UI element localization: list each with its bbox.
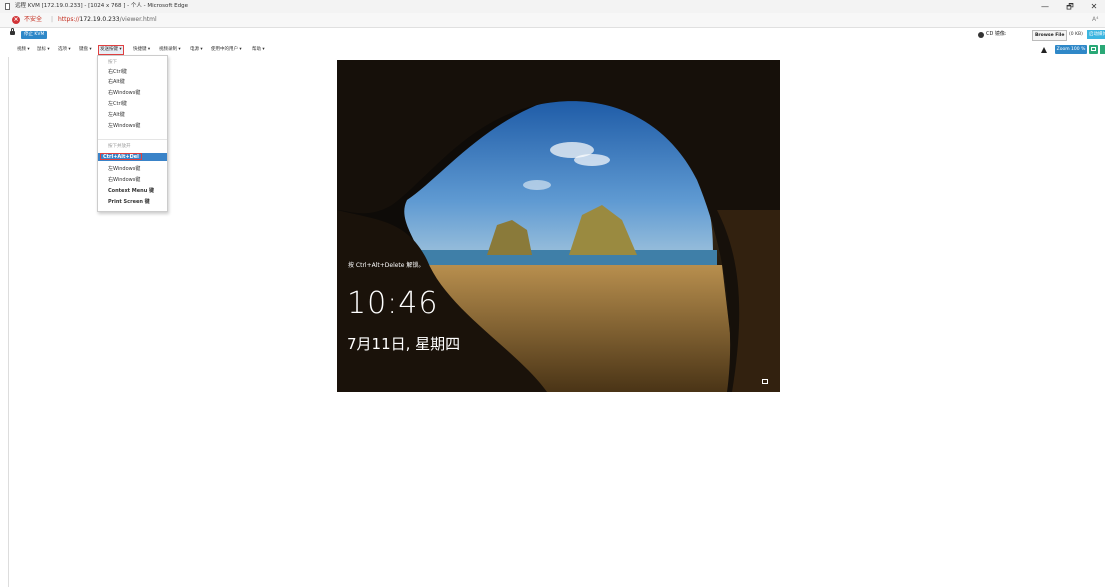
- insecure-label[interactable]: 不安全: [24, 13, 42, 27]
- browse-file-button[interactable]: Browse File: [1032, 30, 1068, 41]
- ctrl-alt-del-label: Ctrl+Alt+Del: [100, 153, 142, 160]
- warning-icon[interactable]: ×: [12, 16, 20, 24]
- dropdown-divider: [98, 139, 167, 140]
- cd-icon: [978, 32, 984, 38]
- unlock-hint: 按 Ctrl+Alt+Delete 解锁。: [348, 262, 425, 269]
- menu-send-keys[interactable]: 发送按键 ▾: [98, 45, 124, 55]
- dropdown-item-press-left-windows[interactable]: 左Windows键: [108, 166, 140, 173]
- menu-hotkeys[interactable]: 快捷键 ▾: [133, 46, 150, 54]
- address-bar[interactable]: × 不安全 | https://172.19.0.233/viewer.html…: [0, 13, 1105, 28]
- menu-keyboard[interactable]: 键盘 ▾: [79, 46, 92, 54]
- dropdown-item-ctrl-alt-del[interactable]: Ctrl+Alt+Del: [98, 153, 167, 161]
- monitor-icon[interactable]: [1089, 45, 1098, 54]
- dropdown-item-press-right-windows[interactable]: 右Windows键: [108, 177, 140, 184]
- address-separator: |: [51, 16, 54, 23]
- menu-options[interactable]: 选项 ▾: [58, 46, 71, 54]
- url-text[interactable]: https://172.19.0.233/viewer.html: [58, 13, 157, 27]
- read-aloud-icon[interactable]: A⁴: [1092, 13, 1099, 27]
- dropdown-item-left-alt[interactable]: 左Alt键: [108, 112, 125, 119]
- dropdown-item-right-ctrl[interactable]: 右Ctrl键: [108, 69, 127, 76]
- dropdown-item-context-menu[interactable]: Context Menu 键: [108, 188, 154, 195]
- alert-triangle-icon[interactable]: [1041, 47, 1047, 53]
- dropdown-item-right-windows[interactable]: 右Windows键: [108, 90, 140, 97]
- zoom-button[interactable]: Zoom 100 %: [1055, 45, 1087, 54]
- dropdown-header-hold: 按下: [108, 60, 117, 65]
- url-path: /viewer.html: [119, 16, 157, 23]
- send-keys-dropdown: 按下 右Ctrl键 右Alt键 右Windows键 左Ctrl键 左Alt键 左…: [97, 55, 168, 212]
- menu-help[interactable]: 帮助 ▾: [252, 46, 265, 54]
- dropdown-header-press-release: 按下并放开: [108, 144, 131, 149]
- restore-button[interactable]: 🗗: [1061, 0, 1079, 13]
- start-media-button[interactable]: 启动媒体: [1087, 30, 1105, 39]
- menu-mouse[interactable]: 鼠标 ▾: [37, 46, 50, 54]
- window-title: 远程 KVM [172.19.0.233] - [1024 x 768 ] - …: [15, 3, 188, 9]
- network-icon[interactable]: [762, 379, 768, 384]
- menu-power[interactable]: 电源 ▾: [190, 46, 203, 54]
- extra-toolbar-button[interactable]: [1100, 45, 1105, 54]
- url-host: 172.19.0.233: [79, 16, 120, 23]
- stop-kvm-button[interactable]: 停止 KVM: [21, 31, 48, 39]
- close-button[interactable]: ✕: [1085, 0, 1103, 13]
- dropdown-item-right-alt[interactable]: 右Alt键: [108, 79, 125, 86]
- cd-image-label: CD 镜像:: [986, 31, 1007, 37]
- left-divider: [8, 57, 9, 587]
- lock-icon[interactable]: [10, 28, 15, 35]
- browse-file-size: (0 KB): [1069, 32, 1083, 37]
- kvm-toolbar: 停止 KVM CD 镜像: Browse File (0 KB) 启动媒体: [0, 28, 1105, 41]
- page-icon: [5, 3, 10, 10]
- dropdown-item-print-screen[interactable]: Print Screen 键: [108, 199, 150, 206]
- dropdown-item-left-windows[interactable]: 左Windows键: [108, 123, 140, 130]
- minimize-button[interactable]: —: [1036, 0, 1054, 13]
- lockscreen-date: 7月11日, 星期四: [347, 335, 461, 353]
- menu-active-users[interactable]: 使用中的用户 ▾: [211, 46, 242, 54]
- menu-video-record[interactable]: 视频录制 ▾: [159, 46, 181, 54]
- url-scheme: https://: [58, 16, 80, 23]
- dropdown-item-left-ctrl[interactable]: 左Ctrl键: [108, 101, 127, 108]
- window-titlebar: 远程 KVM [172.19.0.233] - [1024 x 768 ] - …: [0, 0, 1105, 13]
- menu-video[interactable]: 视频 ▾: [17, 46, 30, 54]
- remote-screen[interactable]: 按 Ctrl+Alt+Delete 解锁。 10:46 7月11日, 星期四: [337, 60, 780, 392]
- lockscreen-time: 10:46: [347, 286, 439, 321]
